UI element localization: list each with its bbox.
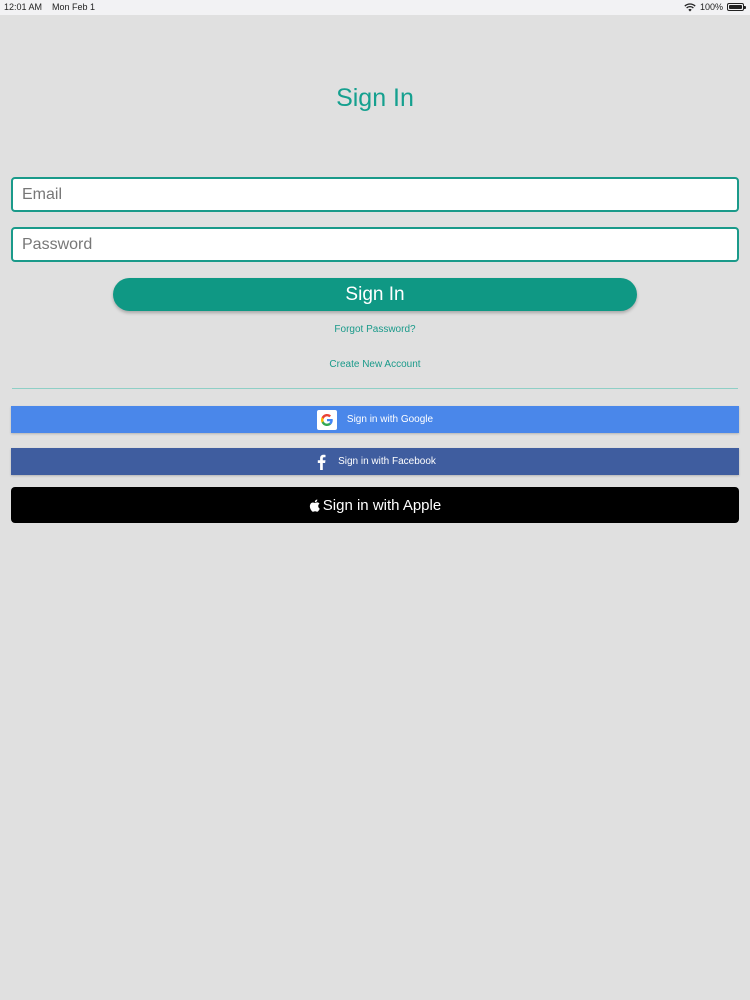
wifi-icon [684, 2, 696, 11]
apple-icon [309, 499, 320, 512]
facebook-sign-in-button[interactable]: Sign in with Facebook [11, 448, 739, 475]
facebook-sign-in-label: Sign in with Facebook [338, 456, 436, 467]
google-sign-in-label: Sign in with Google [346, 414, 434, 425]
battery-icon [727, 3, 746, 11]
apple-sign-in-label: Sign in with Apple [322, 496, 442, 514]
google-icon [316, 409, 337, 430]
password-field[interactable] [11, 227, 739, 262]
status-date: Mon Feb 1 [52, 2, 96, 12]
page-title: Sign In [336, 84, 414, 112]
forgot-password-link[interactable]: Forgot Password? [0, 324, 750, 335]
sign-in-button[interactable]: Sign In [113, 278, 637, 311]
status-time: 12:01 AM [4, 2, 43, 12]
divider [12, 388, 738, 389]
battery-percent: 100% [699, 2, 723, 12]
create-account-link[interactable]: Create New Account [0, 359, 750, 370]
google-sign-in-button[interactable]: Sign in with Google [11, 406, 739, 433]
status-bar: 12:01 AM Mon Feb 1 100% [0, 0, 750, 15]
facebook-icon [317, 454, 326, 470]
email-field[interactable] [11, 177, 739, 212]
apple-sign-in-button[interactable]: Sign in with Apple [11, 487, 739, 523]
